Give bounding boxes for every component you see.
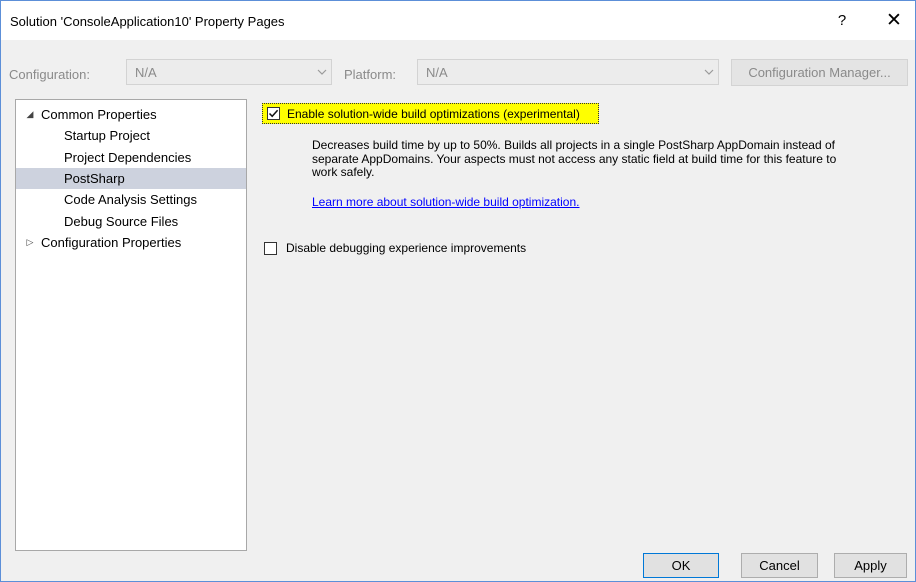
disable-debugging-label: Disable debugging experience improvement… — [286, 241, 527, 255]
tree-item-postsharp[interactable]: PostSharp — [16, 168, 246, 189]
postsharp-property-panel: Enable solution-wide build optimizations… — [258, 99, 908, 551]
tree-item-label: PostSharp — [64, 171, 125, 186]
configuration-dropdown[interactable]: N/A — [126, 59, 332, 85]
tree-item-label: Project Dependencies — [64, 150, 192, 165]
window-title: Solution 'ConsoleApplication10' Property… — [10, 14, 285, 29]
expand-right-icon[interactable]: ▷ — [24, 232, 36, 253]
property-tree: ◢ Common Properties Startup Project Proj… — [15, 99, 247, 551]
option-build-optimizations[interactable]: Enable solution-wide build optimizations… — [262, 103, 599, 124]
platform-value: N/A — [426, 65, 448, 80]
help-button[interactable]: ? — [830, 9, 854, 33]
configuration-manager-button[interactable]: Configuration Manager... — [731, 59, 908, 86]
tree-item-debug-source-files[interactable]: Debug Source Files — [16, 211, 246, 232]
apply-button[interactable]: Apply — [834, 553, 907, 578]
build-optimizations-label: Enable solution-wide build optimizations… — [287, 107, 580, 121]
tree-item-label: Startup Project — [64, 128, 150, 143]
close-button[interactable]: ✕ — [881, 9, 907, 33]
ok-button[interactable]: OK — [643, 553, 719, 578]
chevron-down-icon — [317, 69, 327, 75]
title-bar: Solution 'ConsoleApplication10' Property… — [1, 1, 915, 40]
tree-item-label: Debug Source Files — [64, 214, 179, 229]
build-optimizations-description: Decreases build time by up to 50%. Build… — [312, 138, 837, 179]
cancel-button[interactable]: Cancel — [741, 553, 818, 578]
platform-dropdown[interactable]: N/A — [417, 59, 719, 85]
tree-item-label: Configuration Properties — [41, 235, 182, 250]
chevron-down-icon — [704, 69, 714, 75]
tree-item-label: Code Analysis Settings — [64, 192, 197, 207]
configuration-label: Configuration: — [9, 67, 90, 82]
disable-debugging-checkbox[interactable] — [264, 242, 277, 255]
tree-item-common-properties[interactable]: ◢ Common Properties — [16, 104, 246, 125]
learn-more-link[interactable]: Learn more about solution-wide build opt… — [312, 195, 580, 209]
property-pages-dialog: Solution 'ConsoleApplication10' Property… — [0, 0, 916, 582]
tree-item-code-analysis-settings[interactable]: Code Analysis Settings — [16, 189, 246, 210]
platform-label: Platform: — [344, 67, 397, 82]
tree-item-project-dependencies[interactable]: Project Dependencies — [16, 147, 246, 168]
configuration-value: N/A — [135, 65, 157, 80]
expand-down-icon[interactable]: ◢ — [24, 104, 36, 125]
build-optimizations-checkbox[interactable] — [267, 107, 280, 120]
checkmark-icon — [268, 109, 279, 118]
tree-item-label: Common Properties — [41, 107, 157, 122]
tree-item-startup-project[interactable]: Startup Project — [16, 125, 246, 146]
tree-item-configuration-properties[interactable]: ▷ Configuration Properties — [16, 232, 246, 253]
